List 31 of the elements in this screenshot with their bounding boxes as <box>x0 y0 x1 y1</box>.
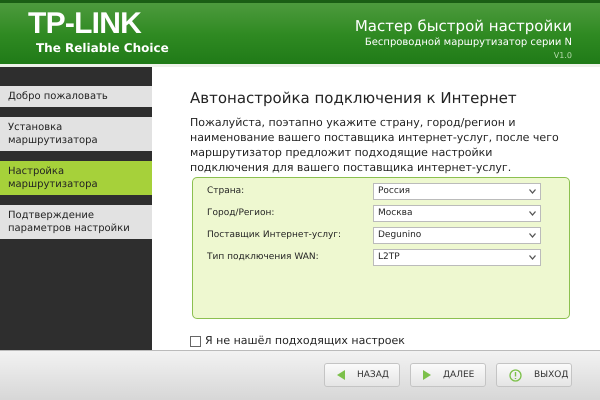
exclamation-circle-icon <box>509 368 522 382</box>
field-label: Город/Регион: <box>207 207 274 220</box>
field-label: Поставщик Интернет-услуг: <box>207 229 342 242</box>
dropdown[interactable]: Россия <box>373 183 541 200</box>
chevron-icon <box>529 189 536 194</box>
field-label: Страна: <box>207 185 244 198</box>
chevron-icon <box>529 211 536 216</box>
left-arrow-icon <box>337 370 345 380</box>
back-button[interactable]: НАЗАД <box>324 363 400 388</box>
sidebar-item[interactable]: Установка маршрутизатора <box>0 116 152 151</box>
page-title: Автонастройка подключения к Интернет <box>190 88 518 109</box>
dropdown[interactable]: Degunino <box>373 227 541 244</box>
next-button[interactable]: ДАЛЕЕ <box>410 363 486 388</box>
dropdown[interactable]: Москва <box>373 205 541 222</box>
sidebar-item[interactable]: Подтверждение параметров настройки <box>0 204 152 239</box>
right-arrow-icon <box>423 370 431 380</box>
sidebar-item[interactable]: Добро пожаловать <box>0 86 152 107</box>
dropdown[interactable]: L2TP <box>373 249 541 266</box>
sidebar-item[interactable]: Настройка маршрутизатора <box>0 160 152 195</box>
wizard-title: Мастер быстрой настройки <box>354 16 572 35</box>
wizard-subtitle: Беспроводной маршрутизатор серии N <box>364 36 572 50</box>
version-label: V1.0 <box>554 50 572 62</box>
exit-button[interactable]: ВЫХОД <box>496 363 572 388</box>
tagline: The Reliable Choice <box>36 40 169 58</box>
field-label: Тип подключения WAN: <box>207 251 319 264</box>
chevron-icon <box>529 255 536 260</box>
logo: TP-LINK <box>28 9 142 40</box>
checkbox-label: Я не нашёл подходящих настроек <box>205 333 405 350</box>
checkbox[interactable] <box>190 336 201 348</box>
chevron-icon <box>529 233 536 238</box>
description: Пожалуйста, поэтапно укажите страну, город/регион и наименование вашего поставщика интернет-услуг, после чего маршрутизатор предложит подходящие настройки подключения для вашего поставщика интернет-услуг. <box>190 115 560 176</box>
